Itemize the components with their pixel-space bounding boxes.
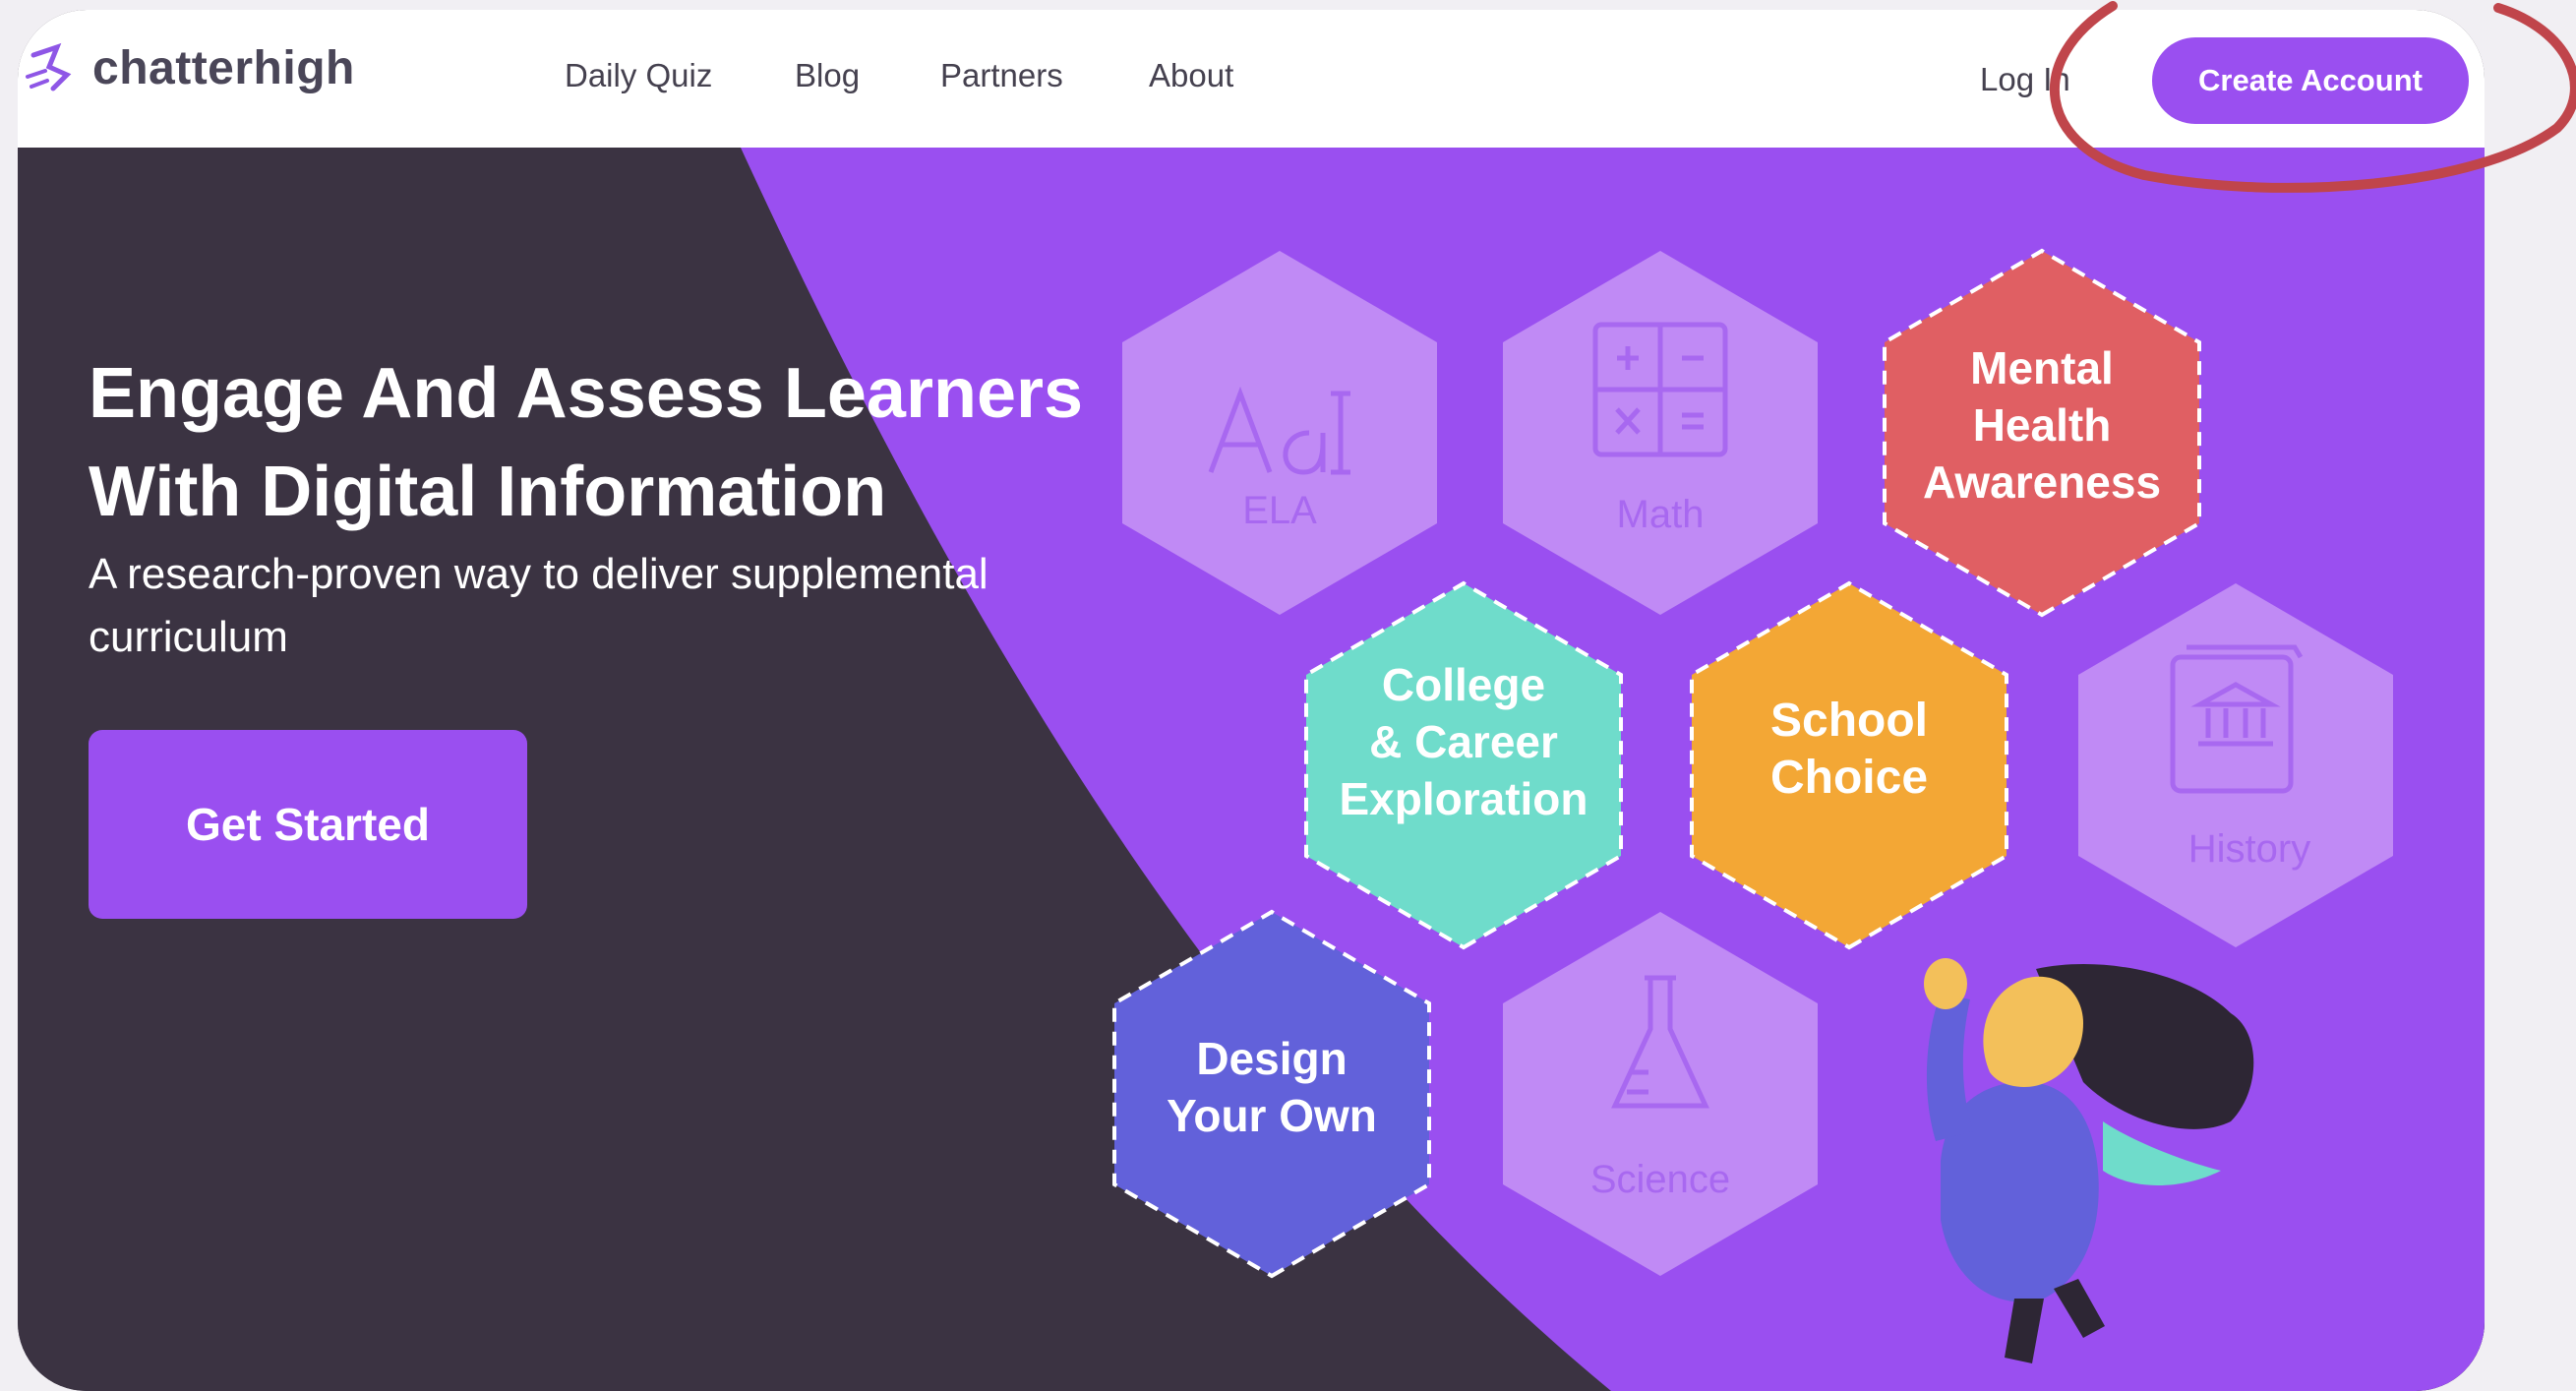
create-account-button[interactable]: Create Account xyxy=(2152,37,2469,124)
topic-tile-college-career[interactable]: College & Career Exploration xyxy=(1304,580,1623,950)
topic-tile-school-choice[interactable]: School Choice xyxy=(1690,580,2008,950)
topic-hex xyxy=(1503,912,1818,1276)
topic-label-line: Science xyxy=(1590,1158,1730,1201)
topic-tile-design-your-own[interactable]: Design Your Own xyxy=(1112,909,1431,1279)
page-frame: chatterhigh Daily Quiz Blog Partners Abo… xyxy=(18,10,2485,1391)
topic-label-line: Design xyxy=(1196,1033,1347,1084)
topic-label-line: Your Own xyxy=(1167,1090,1377,1141)
topic-label-line: School xyxy=(1770,695,1928,747)
topic-label: Math xyxy=(1617,493,1705,536)
nav-link-partners[interactable]: Partners xyxy=(940,57,1063,94)
nav-link-daily-quiz[interactable]: Daily Quiz xyxy=(565,57,712,94)
hero-section: Engage And Assess Learners With Digital … xyxy=(18,148,2485,1391)
topic-hex xyxy=(2078,583,2393,947)
brand-name: chatterhigh xyxy=(92,41,355,94)
topic-tile-math[interactable]: Math xyxy=(1503,251,1818,615)
topic-label-line: History xyxy=(2188,827,2310,871)
topic-label: Science xyxy=(1590,1158,1730,1201)
topic-label-line: Math xyxy=(1617,493,1705,536)
topic-label-line: ELA xyxy=(1242,489,1317,532)
topic-label-line: Health xyxy=(1973,399,2112,451)
get-started-button[interactable]: Get Started xyxy=(89,730,527,919)
mascot-illustration xyxy=(1924,958,2254,1363)
topic-tile-mental-health[interactable]: Mental Health Awareness xyxy=(1883,248,2201,618)
nav-link-blog[interactable]: Blog xyxy=(795,57,860,94)
runner-icon xyxy=(26,42,72,91)
topic-label: History xyxy=(2188,827,2310,871)
topic-label-line: Exploration xyxy=(1339,773,1588,824)
topic-label-line: Choice xyxy=(1770,752,1928,804)
nav-link-about[interactable]: About xyxy=(1149,57,1233,94)
topic-label-line: Awareness xyxy=(1923,456,2161,508)
topic-label-line: & Career xyxy=(1369,716,1558,767)
top-navbar: chatterhigh Daily Quiz Blog Partners Abo… xyxy=(18,10,2485,148)
hero-title: Engage And Assess Learners With Digital … xyxy=(89,354,1084,531)
topic-label: ELA xyxy=(1242,489,1317,532)
topic-label-line: Mental xyxy=(1970,342,2114,393)
login-link[interactable]: Log In xyxy=(1980,61,2070,98)
topic-tile-science[interactable]: Science xyxy=(1503,912,1818,1276)
brand-logo[interactable]: chatterhigh xyxy=(24,37,355,98)
topic-tile-history[interactable]: History xyxy=(2078,583,2393,947)
hero-subtitle: A research-proven way to deliver supplem… xyxy=(89,550,988,661)
topic-label-line: College xyxy=(1382,659,1545,710)
